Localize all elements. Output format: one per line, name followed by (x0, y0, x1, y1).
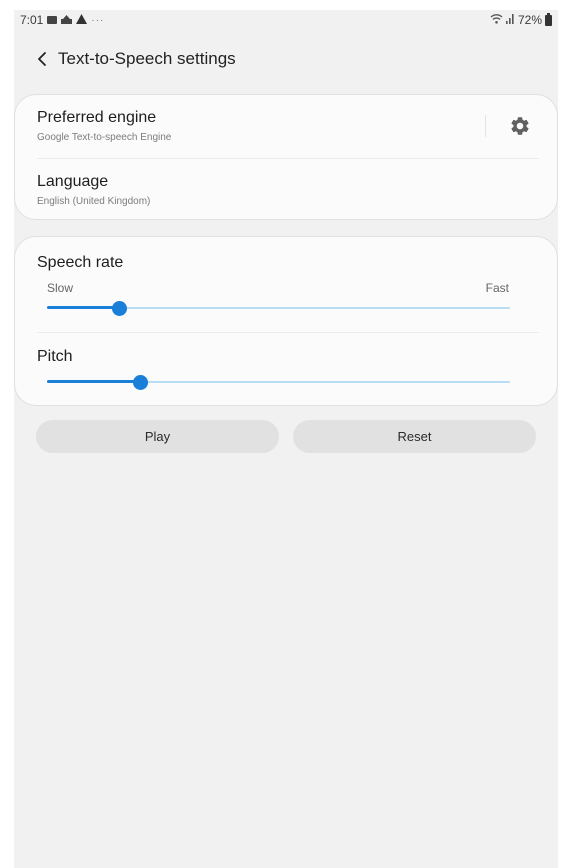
vertical-divider (485, 115, 486, 137)
status-time: 7:01 (20, 13, 44, 27)
pitch-title: Pitch (37, 348, 73, 365)
language-item[interactable]: Language English (United Kingdom) (15, 159, 559, 221)
play-button[interactable]: Play (36, 420, 279, 453)
chevron-left-icon (38, 52, 46, 66)
reset-button[interactable]: Reset (293, 420, 536, 453)
status-left: 7:01 ··· (20, 13, 104, 27)
pitch-thumb[interactable] (132, 375, 148, 390)
status-right: 72% (490, 12, 552, 27)
language-value: English (United Kingdom) (37, 196, 151, 207)
speech-rate-fill (47, 306, 119, 309)
speech-rate-thumb[interactable] (111, 301, 127, 316)
speech-rate-min-label: Slow (47, 281, 74, 295)
signal-icon (505, 13, 515, 27)
engine-settings-button[interactable] (509, 115, 531, 137)
speech-rate-title: Speech rate (37, 254, 124, 271)
speech-settings-card: Speech rate Slow Fast Pitch (14, 236, 558, 406)
engine-settings-card: Preferred engine Google Text-to-speech E… (14, 94, 558, 220)
page-title: Text-to-Speech settings (58, 49, 236, 68)
overflow-dots: ··· (91, 14, 105, 26)
language-title: Language (37, 173, 109, 190)
pitch-slider[interactable] (47, 375, 510, 390)
status-bar: 7:01 ··· 72% (14, 10, 558, 32)
pitch-fill (47, 380, 140, 383)
item-divider (37, 332, 539, 333)
back-button[interactable] (22, 44, 62, 74)
preferred-engine-item[interactable]: Preferred engine Google Text-to-speech E… (15, 95, 475, 157)
wifi-icon (490, 13, 503, 27)
screen: 7:01 ··· 72% Text-to-Speech settings Pre… (14, 10, 558, 868)
preferred-engine-title: Preferred engine (37, 109, 157, 126)
app-header: Text-to-Speech settings (14, 44, 558, 74)
speech-rate-slider[interactable] (47, 301, 510, 316)
speech-rate-max-label: Fast (485, 281, 509, 295)
preferred-engine-value: Google Text-to-speech Engine (37, 132, 172, 143)
cast-icon (61, 13, 73, 27)
battery-icon (545, 12, 552, 26)
gallery-icon (47, 16, 58, 24)
battery-percent: 72% (517, 13, 542, 27)
alert-icon (76, 13, 88, 27)
gear-icon (511, 117, 529, 135)
